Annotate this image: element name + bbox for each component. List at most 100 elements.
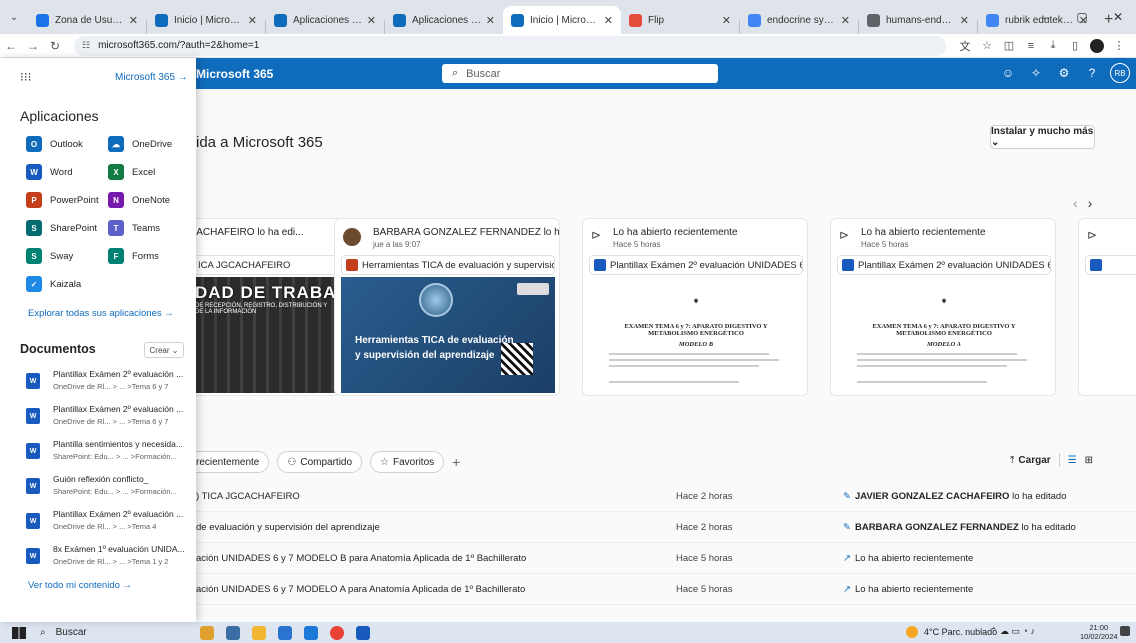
back-icon[interactable]: ← <box>0 39 22 53</box>
forward-icon[interactable]: → <box>22 39 44 53</box>
system-tray[interactable]: ⌃ ☁ ▭ ◔ ♪ <box>990 626 1035 637</box>
windows-start-icon[interactable] <box>12 626 26 639</box>
bookmark-star-icon[interactable]: ☆ <box>976 39 998 52</box>
browser-tab[interactable]: Zona de Usuarios ✕ <box>28 6 146 34</box>
app-item-excel[interactable]: X Excel <box>108 164 155 180</box>
file-name[interactable]: ación UNIDADES 6 y 7 MODELO A para Anato… <box>196 584 525 595</box>
upload-icon[interactable]: ⤒ <box>1010 455 1014 466</box>
gear-icon[interactable]: ⚙ <box>1050 66 1078 80</box>
browser-tab[interactable]: Flip ✕ <box>621 6 739 34</box>
app-item-onedrive[interactable]: ☁ OneDrive <box>108 136 172 152</box>
sidepanel-icon[interactable]: ▯ <box>1064 39 1086 52</box>
document-item[interactable]: W Plantilla sentimientos y necesida... Sha… <box>24 436 188 470</box>
add-filter-icon[interactable]: + <box>452 454 460 470</box>
tab-search-icon[interactable]: ⌄ <box>0 12 28 23</box>
emoji-feedback-icon[interactable]: ☺ <box>994 66 1022 80</box>
tab-close-icon[interactable]: ✕ <box>129 14 138 27</box>
app-item-word[interactable]: W Word <box>26 164 73 180</box>
widgets-icon[interactable] <box>200 625 214 640</box>
reading-list-icon[interactable]: ≡ <box>1020 40 1042 52</box>
file-name[interactable]: de evaluación y supervisión del aprendiz… <box>196 522 380 533</box>
grid-view-icon[interactable]: ⊞ <box>1085 455 1093 466</box>
document-item[interactable]: W Plantillax Exámen 2º evaluación ... OneD… <box>24 366 188 400</box>
file-explorer-icon[interactable] <box>252 625 266 640</box>
mail-icon[interactable] <box>304 625 318 640</box>
tab-close-icon[interactable]: ✕ <box>960 14 969 27</box>
tab-close-icon[interactable]: ✕ <box>367 14 376 27</box>
tab-close-icon[interactable]: ✕ <box>248 14 257 27</box>
m365-brand[interactable]: Microsoft 365 <box>196 67 273 81</box>
app-item-sway[interactable]: S Sway <box>26 248 73 264</box>
upload-button[interactable]: Cargar <box>1018 455 1050 466</box>
install-button[interactable]: Instalar y mucho más ⌄ <box>990 125 1095 149</box>
document-item[interactable]: W Plantillax Exámen 2º evaluación ... OneD… <box>24 506 188 540</box>
recent-card[interactable]: ⊳ Lo ha abierto recientemente Hace 5 hor… <box>582 218 808 396</box>
carousel-prev-icon[interactable]: ‹ <box>1073 195 1078 211</box>
filter-favorites[interactable]: ☆ Favoritos <box>370 451 445 473</box>
app-item-sharepoint[interactable]: S SharePoint <box>26 220 97 236</box>
app-item-onenote[interactable]: N OneNote <box>108 192 170 208</box>
avatar[interactable]: RB <box>1110 63 1130 83</box>
site-info-icon[interactable]: ☷ <box>82 40 90 51</box>
create-button[interactable]: Crear ⌄ <box>144 342 184 358</box>
tab-close-icon[interactable]: ✕ <box>722 14 731 27</box>
browser-tab[interactable]: Inicio | Microsoft 365 ✕ <box>503 6 621 34</box>
browser-tab[interactable]: Aplicaciones | Microso ✕ <box>266 6 384 34</box>
copilot-icon[interactable]: ✧ <box>1022 66 1050 80</box>
card-doc[interactable] <box>1085 255 1136 275</box>
help-icon[interactable]: ? <box>1078 66 1106 80</box>
menu-dots-icon[interactable]: ⋮ <box>1108 39 1130 52</box>
search-input[interactable]: ⌕ Buscar <box>442 64 718 83</box>
card-doc[interactable]: Plantillax Exámen 2º evaluación UNIDADES… <box>837 255 1051 275</box>
chrome-icon[interactable] <box>330 625 344 640</box>
document-item[interactable]: W Guión reflexión conflicto_ SharePoint: E… <box>24 471 188 505</box>
app-item-forms[interactable]: F Forms <box>108 248 159 264</box>
word-icon[interactable] <box>356 625 370 640</box>
waffle-icon[interactable]: ⁝⁝⁝ <box>20 70 31 84</box>
document-item[interactable]: W Plantillax Exámen 2º evaluación ... OneD… <box>24 401 188 435</box>
m365-link[interactable]: Microsoft 365 → <box>115 72 188 83</box>
store-icon[interactable] <box>278 625 292 640</box>
app-item-kaizala[interactable]: ✓ Kaizala <box>26 276 81 292</box>
translate-icon[interactable]: 文 <box>954 38 976 54</box>
document-item[interactable]: W 8x Exámen 1º evaluación UNIDA... OneDriv… <box>24 541 188 575</box>
list-view-icon[interactable]: ☰ <box>1068 455 1077 466</box>
tab-close-icon[interactable]: ✕ <box>604 14 613 27</box>
date: 10/02/2024 <box>1080 632 1118 641</box>
recent-card[interactable]: BARBARA GONZALEZ FERNANDEZ lo ha ... jue… <box>334 218 560 396</box>
card-doc[interactable]: Plantillax Exámen 2º evaluación UNIDADES… <box>589 255 803 275</box>
weather-widget[interactable]: 4°C Parc. nublado <box>906 626 997 638</box>
notifications-icon[interactable] <box>1120 626 1130 636</box>
app-item-powerpoint[interactable]: P PowerPoint <box>26 192 99 208</box>
recent-card[interactable]: ⊳ Lo ha abierto recientemente Hace 5 hor… <box>830 218 1056 396</box>
tab-close-icon[interactable]: ✕ <box>486 14 495 27</box>
card-doc[interactable]: Herramientas TICA de evaluación y superv… <box>341 255 555 275</box>
filter-shared[interactable]: ⚇ Compartido <box>277 451 363 473</box>
app-item-outlook[interactable]: O Outlook <box>26 136 83 152</box>
minimize-icon[interactable]: – <box>1028 10 1064 24</box>
filter-recent[interactable]: recientemente <box>196 451 270 473</box>
browser-tab[interactable]: humans-endocrine-s ✕ <box>859 6 977 34</box>
task-view-icon[interactable] <box>226 625 240 640</box>
profile-avatar[interactable] <box>1090 38 1104 53</box>
download-icon[interactable]: ⤓ <box>1042 39 1064 52</box>
close-icon[interactable]: ✕ <box>1100 10 1136 24</box>
extensions-icon[interactable]: ◫ <box>998 39 1020 52</box>
carousel-next-icon[interactable]: › <box>1088 195 1093 211</box>
browser-tab[interactable]: Inicio | Microsoft 365 ✕ <box>147 6 265 34</box>
file-name[interactable]: ación UNIDADES 6 y 7 MODELO B para Anato… <box>196 553 526 564</box>
clock[interactable]: 21:00 10/02/2024 <box>1080 623 1118 641</box>
browser-tab[interactable]: Aplicaciones | Micros ✕ <box>385 6 503 34</box>
recent-card[interactable]: ⊳ <box>1078 218 1136 396</box>
restore-icon[interactable]: ▢ <box>1064 10 1100 24</box>
tab-close-icon[interactable]: ✕ <box>841 14 850 27</box>
see-all-content-link[interactable]: Ver todo mi contenido → <box>28 580 132 591</box>
app-item-teams[interactable]: T Teams <box>108 220 160 236</box>
taskbar-search[interactable]: ⌕ Buscar <box>40 627 160 638</box>
reload-icon[interactable]: ↻ <box>44 39 66 53</box>
welcome-heading: ida a Microsoft 365 <box>196 134 323 151</box>
explore-apps-link[interactable]: Explorar todas sus aplicaciones → <box>28 308 174 319</box>
url-field[interactable]: ☷ microsoft365.com/?auth=2&home=1 <box>74 35 946 56</box>
browser-tab[interactable]: endocrine system - I ✕ <box>740 6 858 34</box>
file-name[interactable]: ) TICA JGCACHAFEIRO <box>196 491 300 502</box>
